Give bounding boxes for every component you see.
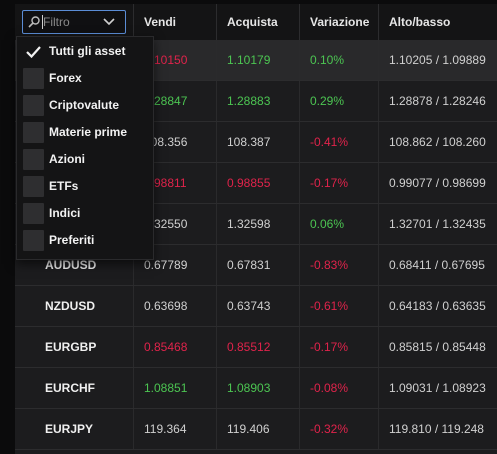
high-low-cell: 1.32701 / 1.32435 [378,204,497,244]
filter-option[interactable]: ETFs [17,173,153,200]
filter-option[interactable]: Forex [17,65,153,92]
filter-option[interactable]: Preferiti [17,227,153,254]
change-cell: 0.10% [299,40,378,80]
buy-price-cell: 1.10179 [216,40,299,80]
table-row[interactable]: EURJPY 119.364 119.406 -0.32% 119.810 / 119.… [15,409,497,450]
column-header-buy[interactable]: Acquista [216,4,299,40]
checkbox[interactable] [23,95,44,116]
buy-price-cell: 1.28883 [216,81,299,121]
change-cell: 0.06% [299,204,378,244]
symbol-cell: EURCHF [45,381,95,395]
filter-option-label: Preferiti [49,233,95,247]
buy-price-cell: 108.387 [216,122,299,162]
buy-price-cell: 1.32598 [216,204,299,244]
symbol-cell: EURJPY [45,422,94,436]
filter-option-label: ETFs [49,179,79,193]
filter-option-label: Tutti gli asset [49,44,126,58]
buy-price-cell: 0.63743 [216,286,299,326]
high-low-cell: 0.68411 / 0.67695 [378,245,497,285]
filter-option[interactable]: Tutti gli asset [17,38,153,65]
table-row[interactable]: EURCHF 1.08851 1.08903 -0.08% 1.09031 / 1.08… [15,368,497,409]
filter-option-label: Azioni [49,152,85,166]
checkbox[interactable] [23,203,44,224]
search-icon [28,16,40,28]
high-low-cell: 1.09031 / 1.08923 [378,368,497,408]
checkbox[interactable] [23,176,44,197]
filter-input[interactable]: Filtro [43,11,70,33]
table-row[interactable]: EURGBP 0.85468 0.85512 -0.17% 0.85815 / 0.85… [15,327,497,368]
change-cell: -0.32% [299,409,378,449]
buy-price-cell: 119.406 [216,409,299,449]
filter-option-label: Criptovalute [49,98,120,112]
change-cell: -0.41% [299,122,378,162]
table-row[interactable]: NZDUSD 0.63698 0.63743 -0.61% 0.64183 / 0.63… [15,286,497,327]
filter-option-label: Indici [49,206,81,220]
checkbox[interactable] [23,68,44,89]
high-low-cell: 119.810 / 119.248 [378,409,497,449]
filter-dropdown[interactable]: Filtro [22,10,126,34]
change-cell: -0.08% [299,368,378,408]
filter-option[interactable]: Materie prime [17,119,153,146]
change-cell: -0.61% [299,286,378,326]
change-cell: -0.17% [299,163,378,203]
change-cell: 0.29% [299,81,378,121]
change-cell: -0.83% [299,245,378,285]
sell-price-cell: 119.364 [133,409,216,449]
checkmark-icon[interactable] [23,41,44,62]
high-low-cell: 1.28878 / 1.28246 [378,81,497,121]
filter-menu: Tutti gli asset Forex Criptovalute Materie … [16,36,154,260]
high-low-cell: 0.64183 / 0.63635 [378,286,497,326]
checkbox[interactable] [23,230,44,251]
column-header-change[interactable]: Variazione [299,4,378,40]
column-header-range[interactable]: Alto/basso [378,4,497,40]
checkbox[interactable] [23,149,44,170]
filter-option[interactable]: Criptovalute [17,92,153,119]
high-low-cell: 0.99077 / 0.98699 [378,163,497,203]
filter-option[interactable]: Azioni [17,146,153,173]
high-low-cell: 108.862 / 108.260 [378,122,497,162]
buy-price-cell: 0.67831 [216,245,299,285]
sell-price-cell: 0.63698 [133,286,216,326]
filter-option-label: Forex [49,71,82,85]
chevron-down-icon[interactable] [103,17,115,27]
symbol-cell: EURGBP [45,340,97,354]
buy-price-cell: 0.85512 [216,327,299,367]
buy-price-cell: 1.08903 [216,368,299,408]
filter-option[interactable]: Indici [17,200,153,227]
sell-price-cell: 1.08851 [133,368,216,408]
change-cell: -0.17% [299,327,378,367]
high-low-cell: 0.85815 / 0.85448 [378,327,497,367]
column-header-sell[interactable]: Vendi [133,4,216,40]
filter-option-label: Materie prime [49,125,128,139]
high-low-cell: 1.10205 / 1.09889 [378,40,497,80]
symbol-cell: NZDUSD [45,299,95,313]
checkbox[interactable] [23,122,44,143]
buy-price-cell: 0.98855 [216,163,299,203]
sell-price-cell: 0.85468 [133,327,216,367]
